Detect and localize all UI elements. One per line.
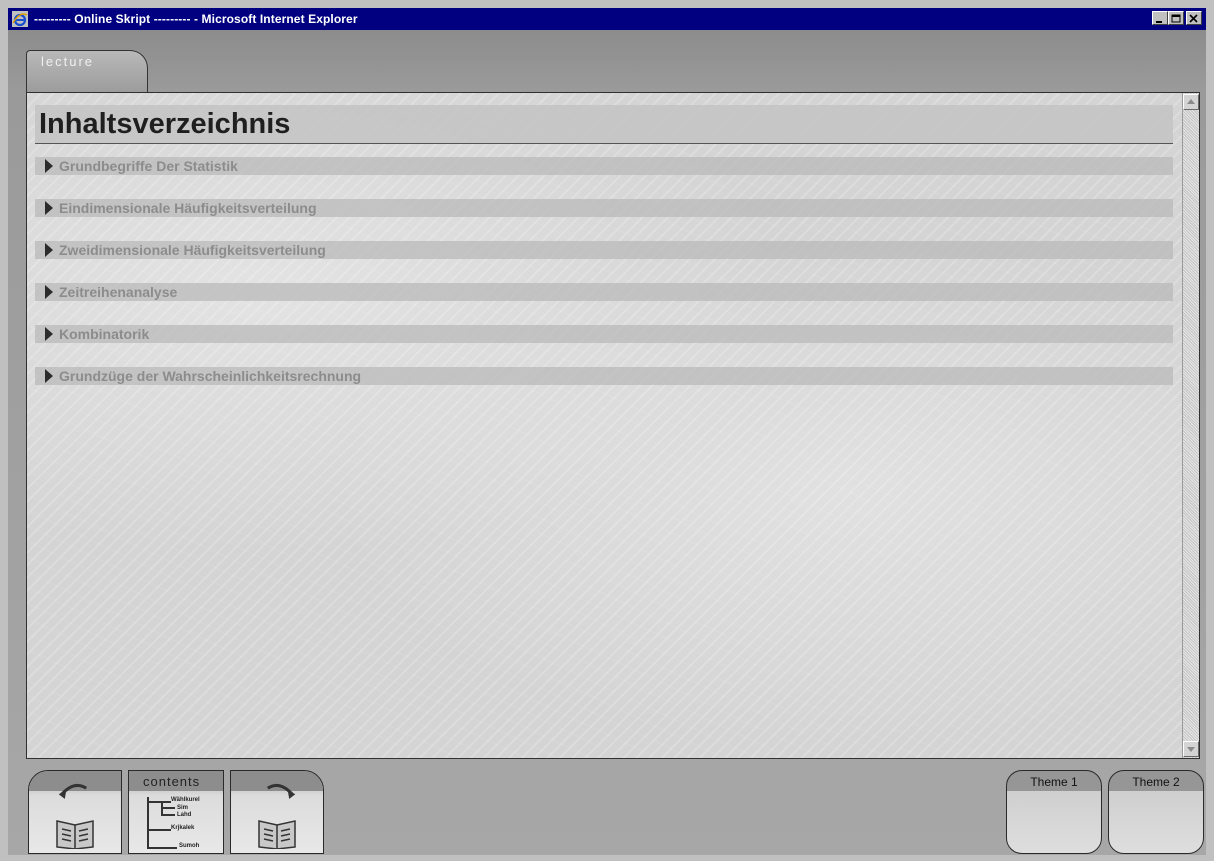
maximize-button[interactable]: [1168, 11, 1184, 25]
theme-1-button[interactable]: Theme 1: [1006, 770, 1102, 854]
toc-item[interactable]: Zweidimensionale Häufigkeitsverteilung: [35, 241, 1173, 259]
toc-item[interactable]: Grundbegriffe Der Statistik: [35, 157, 1173, 175]
open-book-icon: [56, 820, 94, 849]
curved-arrow-right-icon: [266, 783, 296, 799]
close-icon: [1189, 14, 1198, 23]
content-panel: Inhaltsverzeichnis Grundbegriffe Der Sta…: [26, 92, 1200, 759]
ie-icon[interactable]: [12, 11, 28, 27]
app-area: lecture Inhaltsverzeichnis Grundbegriffe…: [8, 30, 1206, 855]
scroll-up-button[interactable]: [1183, 94, 1199, 110]
triangle-right-icon: [45, 243, 53, 257]
toc-item[interactable]: Grundzüge der Wahrscheinlichkeitsrechnun…: [35, 367, 1173, 385]
triangle-right-icon: [45, 369, 53, 383]
window-controls: [1152, 11, 1202, 25]
tab-lecture-label: lecture: [41, 54, 95, 69]
arrow-up-icon: [1187, 99, 1195, 104]
next-page-button[interactable]: [230, 770, 324, 854]
tree-line: [147, 801, 171, 803]
toc-item-label: Zeitreihenanalyse: [59, 284, 178, 300]
minimize-icon: [1156, 21, 1162, 23]
triangle-right-icon: [45, 285, 53, 299]
tree-line: [147, 847, 177, 849]
toc-item-label: Eindimensionale Häufigkeitsverteilung: [59, 200, 317, 216]
minimize-button[interactable]: [1152, 11, 1168, 25]
window-title: --------- Online Skript --------- - Micr…: [34, 12, 358, 26]
tree-line: [161, 807, 175, 809]
tree-line: [147, 829, 171, 831]
contents-button[interactable]: contents Wählkurel Sim Lahd Krjkalek Sum…: [128, 770, 224, 854]
arrow-down-icon: [1187, 747, 1195, 752]
tree-icon: Wählkurel Sim Lahd Krjkalek Sumoh: [141, 795, 221, 851]
page-title: Inhaltsverzeichnis: [39, 108, 291, 140]
tree-label: Lahd: [177, 812, 192, 818]
toc-item[interactable]: Zeitreihenanalyse: [35, 283, 1173, 301]
theme-1-label: Theme 1: [1030, 775, 1078, 789]
tree-label: Sim: [177, 805, 189, 811]
tree-label: Krjkalek: [171, 825, 195, 831]
toc-item-label: Zweidimensionale Häufigkeitsverteilung: [59, 242, 326, 258]
tree-label: Wählkurel: [171, 797, 200, 803]
triangle-right-icon: [45, 327, 53, 341]
maximize-icon: [1171, 14, 1181, 23]
page-title-bar: Inhaltsverzeichnis: [35, 105, 1173, 144]
contents-label: contents: [143, 774, 201, 789]
vertical-scrollbar[interactable]: [1182, 93, 1199, 758]
toc-item[interactable]: Eindimensionale Häufigkeitsverteilung: [35, 199, 1173, 217]
previous-page-button[interactable]: [28, 770, 122, 854]
theme-2-label: Theme 2: [1132, 775, 1180, 789]
toc-item[interactable]: Kombinatorik: [35, 325, 1173, 343]
toc-item-label: Grundzüge der Wahrscheinlichkeitsrechnun…: [59, 368, 362, 384]
toc-item-label: Kombinatorik: [59, 326, 150, 342]
toc-item-label: Grundbegriffe Der Statistik: [59, 158, 238, 174]
theme-2-button[interactable]: Theme 2: [1108, 770, 1204, 854]
tab-lecture[interactable]: lecture: [26, 50, 148, 94]
tree-label: Sumoh: [179, 843, 200, 849]
curved-arrow-left-icon: [58, 783, 88, 799]
open-book-icon: [258, 820, 296, 849]
tree-line: [147, 797, 149, 849]
scroll-down-button[interactable]: [1183, 741, 1199, 757]
triangle-right-icon: [45, 201, 53, 215]
tree-line: [161, 814, 175, 816]
window-titlebar[interactable]: --------- Online Skript --------- - Micr…: [8, 8, 1206, 30]
close-button[interactable]: [1186, 11, 1202, 25]
triangle-right-icon: [45, 159, 53, 173]
